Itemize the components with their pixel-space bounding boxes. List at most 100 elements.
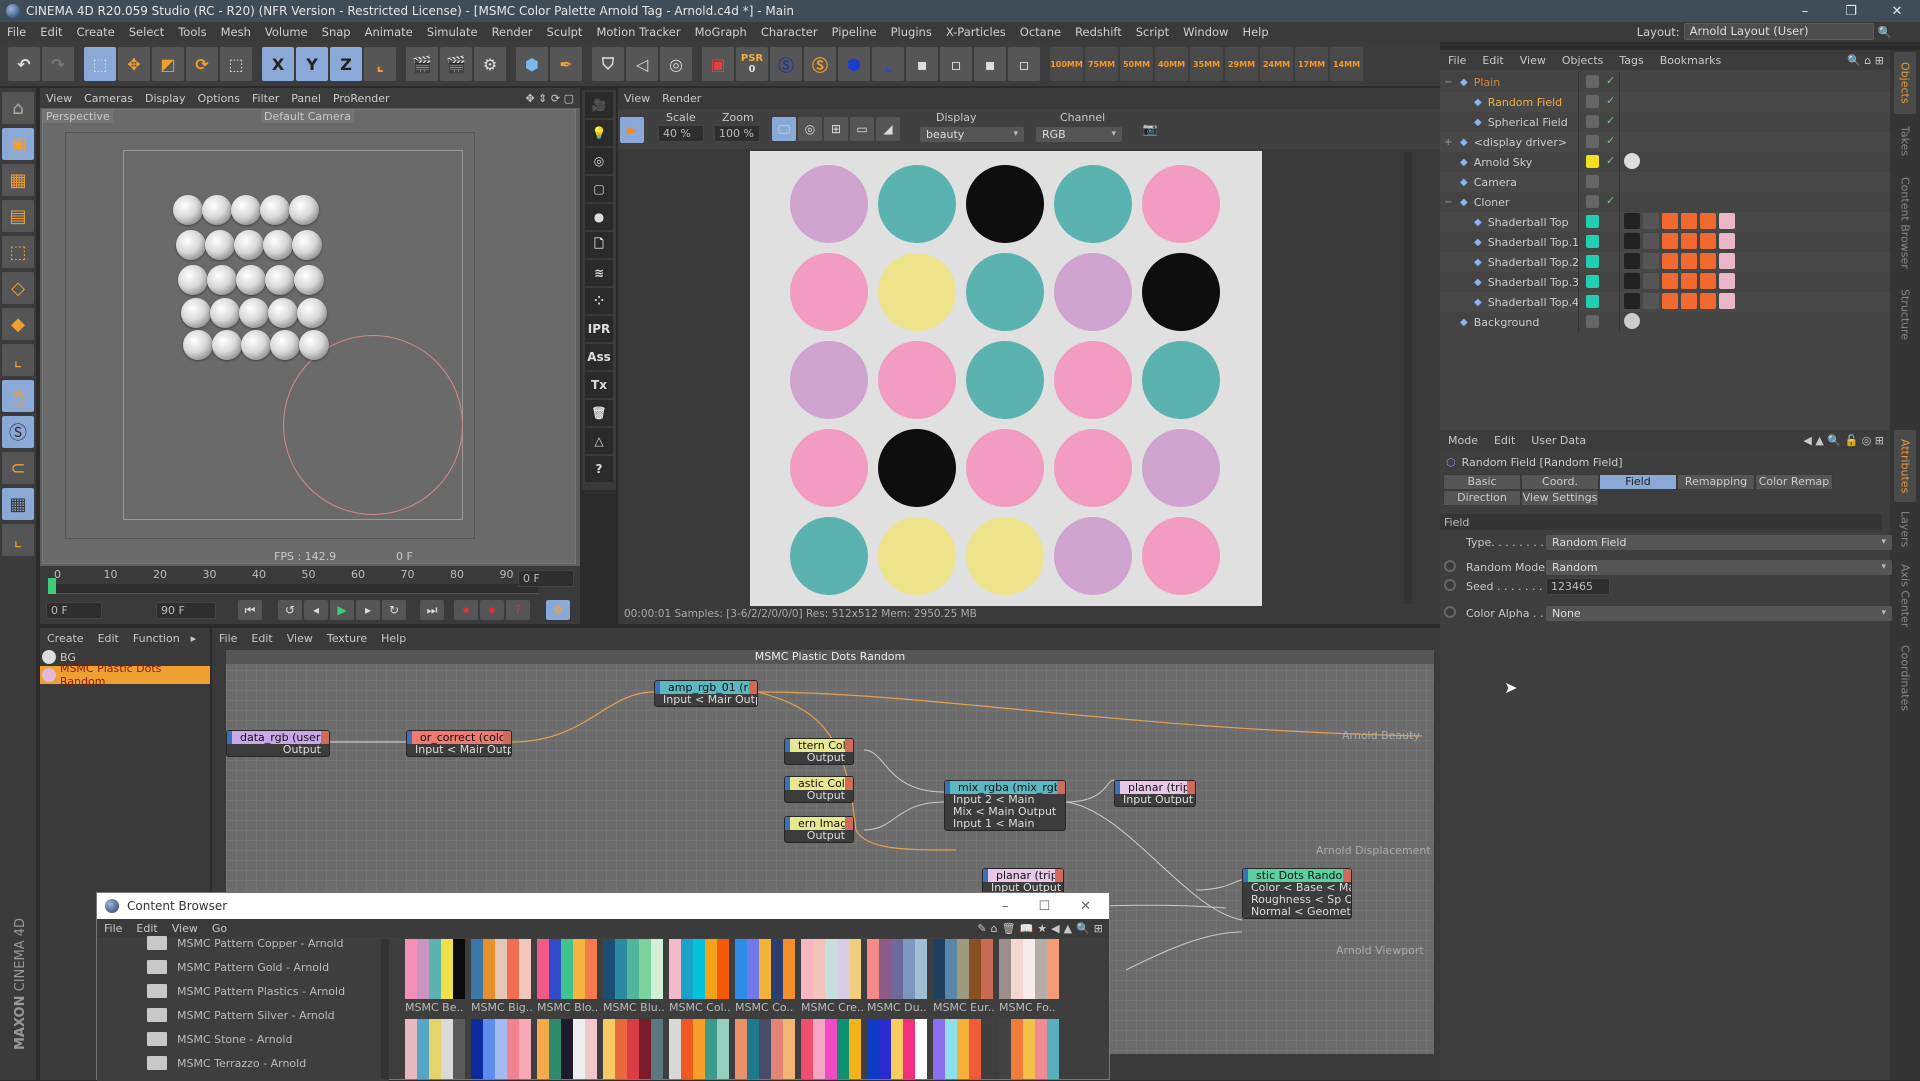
channel-dropdown[interactable]: RGB [1036,127,1122,142]
object-row[interactable]: ◆ Shaderball Top [1440,212,1890,232]
viewport-menu-options[interactable]: Options [192,92,246,105]
close-button[interactable]: ✕ [1874,0,1920,22]
palette-thumbnail[interactable] [867,1019,927,1079]
workplane-lock-button[interactable]: ▦ [2,488,34,520]
substance-button[interactable]: Ⓢ [770,47,802,81]
object-row[interactable]: − ◆ Cloner ✓ [1440,192,1890,212]
end-frame-field[interactable]: 90 F [156,602,216,619]
object-row[interactable]: ◆ Shaderball Top.4 [1440,292,1890,312]
arnold-tag-icon[interactable] [1681,273,1697,289]
tab-objects[interactable]: Objects [1894,52,1916,114]
layer-color-swatch[interactable] [1586,295,1599,308]
object-row[interactable]: ◆ Shaderball Top.1 [1440,232,1890,252]
am-menu-mode[interactable]: Mode [1440,434,1486,447]
cb-trash-icon[interactable]: 🗑 [1002,922,1016,935]
palette-thumbnail[interactable] [537,939,597,999]
node-triplanar1[interactable]: planar (triplanaInput Output [1114,780,1196,807]
shaderball-preview[interactable] [238,298,269,328]
cb-star-icon[interactable]: ★ [1037,922,1047,935]
menu-render[interactable]: Render [485,25,540,39]
brush-button[interactable]: ◢ [876,117,900,141]
object-name[interactable]: Arnold Sky [1474,156,1533,169]
viewport-menu-filter[interactable]: Filter [246,92,285,105]
arnold-tag-icon[interactable] [1643,273,1659,289]
palette-thumbnail[interactable] [471,1019,531,1079]
tab-takes[interactable]: Takes [1894,116,1916,166]
uvw-tag-icon[interactable] [1624,253,1640,269]
om-menu-view[interactable]: View [1512,54,1554,67]
viewport-canvas[interactable]: Perspective Default Camera FPS : 142.9 0… [42,109,576,564]
object-name[interactable]: Background [1474,316,1540,329]
shaderball-preview[interactable] [212,330,242,360]
menu-sculpt[interactable]: Sculpt [540,25,590,39]
tab-coordinates[interactable]: Coordinates [1894,638,1916,718]
object-name[interactable]: Shaderball Top.4 [1488,296,1579,309]
node-port[interactable]: Input Output [1115,794,1195,806]
material-tag-icon[interactable] [1719,253,1735,269]
seed-animate-icon[interactable] [1444,579,1456,591]
workplane-button[interactable]: ⌞ [2,524,34,556]
node-plastic-color[interactable]: astic Color (abOutput [784,776,854,803]
menu-script[interactable]: Script [1129,25,1176,39]
arnold-tag-icon[interactable] [1681,233,1697,249]
deformer-button[interactable]: ◁ [626,47,658,81]
enabled-check-icon[interactable]: ✓ [1606,134,1615,147]
palette-thumbnail[interactable] [801,939,861,999]
shaderball-preview[interactable] [173,195,203,225]
object-name[interactable]: Shaderball Top.3 [1488,276,1579,289]
menu-character[interactable]: Character [754,25,825,39]
arnold-tag-icon[interactable] [1643,213,1659,229]
layer-color-swatch[interactable] [1586,115,1599,128]
shaderball-preview[interactable] [183,330,213,360]
object-row[interactable]: ◆ Camera [1440,172,1890,192]
bg-preset-light-button[interactable]: ▫ [940,47,972,81]
light-tool-button[interactable]: ⌞ [872,47,904,81]
tab-color-remap[interactable]: Color Remap [1755,474,1833,490]
material-tag-icon[interactable] [1719,233,1735,249]
layer-color-swatch[interactable] [1586,235,1599,248]
palette-thumbnail[interactable] [405,939,465,999]
cb-minimize-button[interactable]: – [1002,899,1009,914]
palette-label[interactable]: MSMC Du.. [867,1001,927,1014]
psr-button[interactable]: PSR 0 [736,47,768,81]
tab-content-browser[interactable]: Content Browser [1894,168,1916,278]
om-menu-objects[interactable]: Objects [1554,54,1612,67]
arnold-light-icon[interactable]: 💡 [585,120,613,146]
cb-menu-file[interactable]: File [97,922,129,935]
minimize-button[interactable]: – [1782,0,1828,22]
shaderball-preview[interactable] [262,230,293,260]
irv-play-button[interactable]: ▶ [620,117,644,143]
arnold-tag-icon[interactable] [1700,273,1716,289]
arnold-tag-icon[interactable] [1681,253,1697,269]
material-tag-icon[interactable] [1719,293,1735,309]
shaderball-preview[interactable] [296,298,327,328]
object-row[interactable]: + ◆ <display driver> ✓ [1440,132,1890,152]
live-selection-button[interactable]: ⬚ [84,47,116,81]
menu-tools[interactable]: Tools [171,25,213,39]
recent-tool-button[interactable]: ⬚ [220,47,252,81]
layer-color-swatch[interactable] [1586,175,1599,188]
viewport-menu-prorender[interactable]: ProRender [327,92,396,105]
redo-button[interactable]: ↷ [42,47,74,81]
rotate-tool-button[interactable]: ⟳ [186,47,218,81]
lens-29mm-button[interactable]: 29MM [1225,47,1258,81]
tab-attributes[interactable]: Attributes [1894,430,1916,502]
zoom-field[interactable]: 100 % [714,125,760,142]
node-triplanar2[interactable]: planar (triplanaInput Output [982,868,1064,895]
menu-edit[interactable]: Edit [33,25,69,39]
menu-volume[interactable]: Volume [258,25,315,39]
lens-50mm-button[interactable]: 50MM [1120,47,1153,81]
cb-home-icon[interactable]: ⌂ [991,922,998,935]
palette-thumbnail[interactable] [735,939,795,999]
object-name[interactable]: Shaderball Top.2 [1488,256,1579,269]
snapshot-camera-icon[interactable]: 📷 [1138,119,1162,139]
object-name[interactable]: Cloner [1474,196,1510,209]
cb-up-icon[interactable]: ▲ [1064,922,1072,935]
cb-folder-item[interactable]: MSMC Pattern Copper - Arnold [147,933,343,953]
object-row[interactable]: − ◆ Plain ✓ [1440,72,1890,92]
go-to-end-button[interactable]: ⏭ [420,600,444,620]
menu-simulate[interactable]: Simulate [420,25,485,39]
arnold-tag-icon[interactable] [1681,213,1697,229]
globe-button[interactable]: ◎ [798,117,822,141]
arnold-tag-icon[interactable] [1662,253,1678,269]
